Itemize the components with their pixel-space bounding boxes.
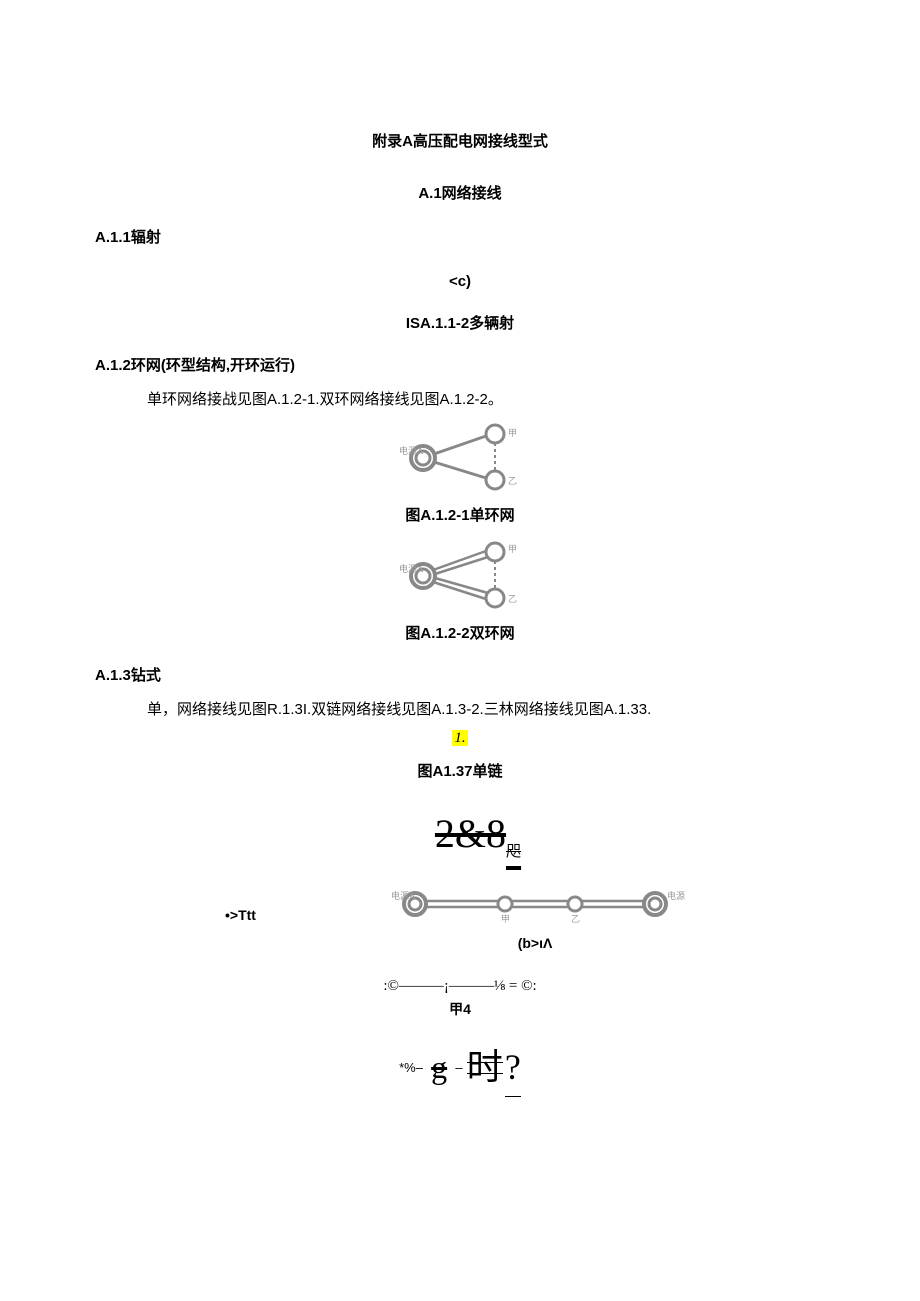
fig-a121-src: 电源A [399,445,424,456]
a12-heading: A.1.2环网(环型结构,开环运行) [95,354,825,378]
fig-dc-mid1: 甲 [501,914,510,924]
figure-a121-single-ring: 电源A 甲 乙 [395,418,525,496]
fancy-expression: *%– g – 时 ? [95,1039,825,1098]
fig-a122-src: 电源A [399,563,424,574]
figure-double-chain: 电源A 甲 乙 电源B [385,876,685,932]
a11-heading: A.1.1辐射 [95,226,825,250]
section-a1: A.1网络接线 [95,182,825,206]
a13-highlight: 1. [452,730,467,746]
big-strike-text: 2&8咫 [113,802,843,866]
fig-dc-srcB: 电源B [667,890,685,901]
figure-a122-double-ring: 电源A 甲 乙 [395,536,525,614]
fig-a121-n1: 甲 [508,428,517,438]
a137-caption: 图A1.37单链 [95,760,825,784]
formula-line: :©———¡———⅛ = ©: [95,974,825,998]
fig-dc-mid2: 乙 [571,914,580,924]
a122-caption: 图A.1.2-2双环网 [95,622,825,646]
ttt-label: •>Ttt [95,904,385,926]
fig-a122-n1: 甲 [508,544,517,554]
fig-a121-n2: 乙 [508,476,517,486]
a11-label: ISA.1.1-2多辆射 [95,312,825,336]
sub-b-caption: (b>ιΛ [385,932,685,954]
a12-body: 单环网络接战见图A.1.2-1.双环网络接线见图A.1.2-2。 [95,388,825,412]
a11-c-marker: <c) [95,270,825,294]
formula-caption: 甲4 [95,998,825,1020]
appendix-title: 附录A高压配电网接线型式 [95,130,825,154]
fig-dc-srcA: 电源A [391,890,416,901]
a13-body: 单，网络接线见图R.1.3I.双链网络接线见图A.1.3-2.三林网络接线见图A… [95,698,825,722]
a121-caption: 图A.1.2-1单环网 [95,504,825,528]
a13-heading: A.1.3钻式 [95,664,825,688]
fig-a122-n2: 乙 [508,594,517,604]
